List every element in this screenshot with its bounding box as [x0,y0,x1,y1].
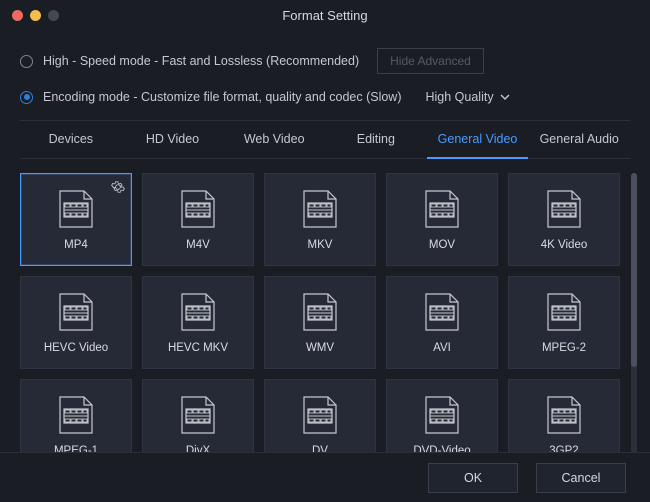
format-label: 4K Video [541,239,587,251]
mode-highspeed-row[interactable]: High - Speed mode - Fast and Lossless (R… [20,48,630,74]
minimize-window-button[interactable] [30,10,41,21]
film-file-icon [176,292,220,332]
film-file-icon [54,189,98,229]
format-tile-hevc-mkv[interactable]: HEVC MKV [142,276,254,369]
format-label: HEVC Video [44,342,108,354]
film-file-icon [298,292,342,332]
format-label: MKV [308,239,333,251]
format-tile-m4v[interactable]: M4V [142,173,254,266]
titlebar: Format Setting [0,0,650,30]
format-label: M4V [186,239,210,251]
format-tile-hevc-video[interactable]: HEVC Video [20,276,132,369]
chevron-down-icon [500,94,510,100]
format-label: WMV [306,342,334,354]
tab-general-video[interactable]: General Video [427,121,529,159]
scrollbar-thumb[interactable] [631,173,637,367]
cancel-button[interactable]: Cancel [536,463,626,493]
film-file-icon [420,395,464,435]
film-file-icon [542,292,586,332]
film-file-icon [420,189,464,229]
tab-general-audio[interactable]: General Audio [528,121,630,158]
tab-devices[interactable]: Devices [20,121,122,158]
quality-label: High Quality [426,90,494,104]
maximize-window-button[interactable] [48,10,59,21]
tab-hd-video[interactable]: HD Video [122,121,224,158]
format-tile-mp4[interactable]: MP4 [20,173,132,266]
quality-dropdown[interactable]: High Quality [420,86,516,108]
format-tile-wmv[interactable]: WMV [264,276,376,369]
format-label: HEVC MKV [168,342,228,354]
mode-encoding-label: Encoding mode - Customize file format, q… [43,90,402,104]
format-tile-mov[interactable]: MOV [386,173,498,266]
category-tabs: DevicesHD VideoWeb VideoEditingGeneral V… [20,120,630,159]
film-file-icon [420,292,464,332]
film-file-icon [298,395,342,435]
hide-advanced-button[interactable]: Hide Advanced [377,48,484,74]
format-tile-4k-video[interactable]: 4K Video [508,173,620,266]
dialog-footer: OK Cancel [0,452,650,502]
format-tile-avi[interactable]: AVI [386,276,498,369]
format-label: AVI [433,342,451,354]
film-file-icon [176,189,220,229]
format-tile-mpeg-2[interactable]: MPEG-2 [508,276,620,369]
film-file-icon [176,395,220,435]
tab-editing[interactable]: Editing [325,121,427,158]
window-title: Format Setting [0,8,650,23]
format-grid: MP4 M4V MKV MOV 4K Video HEVC Video HEVC MKV WM… [20,173,620,472]
format-label: MOV [429,239,455,251]
film-file-icon [54,395,98,435]
ok-button[interactable]: OK [428,463,518,493]
radio-encoding[interactable] [20,91,33,104]
format-label: MPEG-2 [542,342,586,354]
film-file-icon [54,292,98,332]
format-label: MP4 [64,239,88,251]
film-file-icon [542,395,586,435]
format-tile-mkv[interactable]: MKV [264,173,376,266]
film-file-icon [542,189,586,229]
tab-web-video[interactable]: Web Video [223,121,325,158]
mode-encoding-row[interactable]: Encoding mode - Customize file format, q… [20,86,630,108]
film-file-icon [298,189,342,229]
gear-icon[interactable] [111,180,125,194]
close-window-button[interactable] [12,10,23,21]
radio-highspeed[interactable] [20,55,33,68]
mode-highspeed-label: High - Speed mode - Fast and Lossless (R… [43,54,359,68]
window-controls [12,10,59,21]
